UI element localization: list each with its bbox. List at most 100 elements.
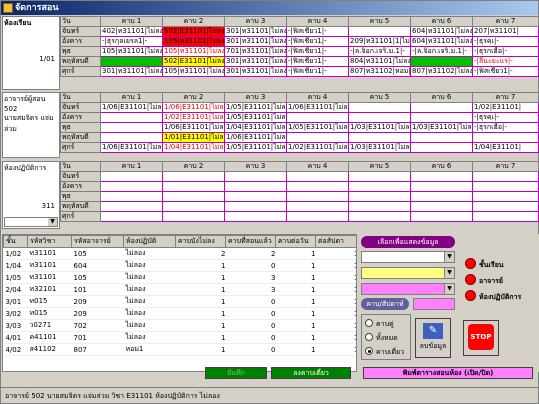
grid-cell[interactable] [100, 132, 163, 143]
grid-cell[interactable] [410, 201, 473, 212]
grid-cell[interactable]: 105|ท31101|ไม่ลง [162, 46, 225, 57]
per-week-input[interactable] [413, 298, 455, 310]
grid-cell[interactable] [410, 102, 473, 113]
room-dropdown[interactable]: ▼ [4, 217, 58, 227]
grid-cell[interactable] [286, 211, 349, 222]
table-row[interactable]: 4/01ค41101701ไม่ลอง1011 [3, 331, 356, 344]
grid-cell[interactable]: 1/02|E31101| [472, 102, 539, 113]
table-row[interactable]: 1/04ท31101604ไม่ลอง1011 [3, 259, 356, 272]
grid-cell[interactable] [472, 211, 539, 222]
grid-cell[interactable]: 604|ท31101|ไม่ลง [410, 26, 473, 37]
grid-cell[interactable] [410, 181, 473, 192]
grid-cell[interactable] [410, 56, 473, 67]
table-row[interactable]: 3/03ว0271702ไม่ลอง1011 [3, 319, 356, 332]
grid-cell[interactable] [348, 191, 411, 202]
chevron-down-icon[interactable]: ▼ [444, 268, 454, 278]
single-period-button[interactable]: ลงคาบเดี่ยว [271, 367, 351, 379]
list-column-header[interactable]: คาบที่สอนแล้ว [225, 235, 276, 248]
grid-cell[interactable] [162, 201, 225, 212]
grid-cell[interactable]: 301|ท31101|ไม่ลง [100, 66, 163, 77]
grid-cell[interactable] [410, 142, 473, 153]
grid-cell[interactable] [100, 122, 163, 133]
grid-cell[interactable]: 604|ท31101|ไม่ลง [410, 36, 473, 47]
grid-cell[interactable] [162, 211, 225, 222]
grid-cell[interactable]: 1/06|E31101|ไม่ลง [100, 102, 163, 113]
class-value[interactable]: 1/01 [39, 55, 55, 63]
grid-cell[interactable]: 301|ท31101|ไม่ลง [224, 36, 287, 47]
grid-cell[interactable] [348, 171, 411, 182]
grid-cell[interactable]: 701|ท31101|ไม่ลง [224, 46, 287, 57]
filter-combo-1[interactable]: ▼ [361, 251, 455, 263]
grid-cell[interactable]: 502|E31101|ไม่ลง [162, 56, 225, 67]
grid-cell[interactable]: 1/05|E31101|ไม่ลง [224, 142, 287, 153]
teacher-code[interactable]: 502 [4, 105, 58, 113]
table-row[interactable]: 3/02ท015209ไม่ลอง1011 [3, 307, 356, 320]
grid-cell[interactable]: -|ฟิสเชียว1|- [286, 36, 349, 47]
list-column-header[interactable]: ห้องปฏิบัติ [123, 235, 176, 248]
grid-cell[interactable] [224, 191, 287, 202]
radio-double[interactable] [365, 319, 373, 327]
course-list[interactable]: ชั้น รหัสวิชา รหัสอาจารย์ ห้องปฏิบัติ คาบบัง… [2, 234, 357, 372]
grid-cell[interactable]: 1/06|E31101|ไม่ลง [286, 102, 349, 113]
radio-class[interactable] [465, 258, 476, 269]
grid-cell[interactable] [472, 171, 539, 182]
grid-cell[interactable]: 807|ท31102|ไม่ลง [410, 66, 473, 77]
grid-cell[interactable] [224, 181, 287, 192]
table-row[interactable]: 3/01ท015209ไม่ลอง1011 [3, 295, 356, 308]
grid-cell[interactable] [286, 191, 349, 202]
grid-cell[interactable]: 1/02|E31101|ไม่ลง [162, 112, 225, 123]
grid-cell[interactable] [162, 171, 225, 182]
chevron-down-icon[interactable]: ▼ [444, 252, 454, 262]
grid-cell[interactable]: -|ฟิสเชียว1|- [286, 66, 349, 77]
list-column-header[interactable]: ชั้น [3, 235, 28, 248]
grid-cell[interactable] [348, 26, 411, 37]
print-schedule-button[interactable]: พิมพ์ตารางสอนห้อง (เปิด/ปิด) [363, 367, 533, 379]
grid-cell[interactable] [410, 211, 473, 222]
chevron-down-icon[interactable]: ▼ [48, 218, 57, 226]
grid-cell[interactable] [410, 132, 473, 143]
grid-cell[interactable]: -|ธุรคฺเ|- [472, 36, 539, 47]
grid-cell[interactable]: 301|ท31101|ไม่ลง [224, 26, 287, 37]
grid-cell[interactable]: 301|ท31101|ไม่ลง [224, 66, 287, 77]
grid-cell[interactable]: 1/06|E31101|ไม่ลง [162, 122, 225, 133]
grid-cell[interactable] [100, 181, 163, 192]
grid-cell[interactable]: 1/01|E31101|ไม่ลง [162, 132, 225, 143]
grid-cell[interactable] [224, 171, 287, 182]
grid-cell[interactable] [348, 112, 411, 123]
grid-cell[interactable]: 301|ท31101|ไม่ลง [224, 56, 287, 67]
grid-cell[interactable]: 1/02|E31101|ไม่ลง [286, 142, 349, 153]
grid-cell[interactable] [100, 171, 163, 182]
table-row[interactable]: 1/05ท31101105ไม่ลอง1311 [3, 271, 356, 284]
grid-cell[interactable]: -|ฟิสเชียว1|- [472, 66, 539, 77]
filter-combo-3[interactable]: ▼ [361, 283, 455, 295]
grid-cell[interactable]: -|ล.จิอก.เจริ.ม.1|- [348, 46, 411, 57]
grid-cell[interactable] [286, 112, 349, 123]
grid-cell[interactable]: 105|ท31101|ไม่ลง [162, 36, 225, 47]
grid-cell[interactable]: -|ฟิสเชียว1|- [286, 26, 349, 37]
table-row[interactable]: 2/04ท32101101ไม่ลอง1311 [3, 283, 356, 296]
grid-cell[interactable] [472, 191, 539, 202]
room-value[interactable]: 311 [42, 202, 55, 210]
grid-cell[interactable]: 207|ท31101| [472, 26, 539, 37]
grid-cell[interactable] [162, 191, 225, 202]
grid-cell[interactable] [100, 191, 163, 202]
grid-cell[interactable]: 1/05|E31101|ไม่ลง [224, 112, 287, 123]
grid-cell[interactable]: 1/05|E31101|ไม่ลง [224, 102, 287, 113]
table-row[interactable]: 4/02ส41102807หอม11011 [3, 343, 356, 356]
grid-cell[interactable] [286, 201, 349, 212]
grid-cell[interactable] [286, 171, 349, 182]
grid-cell[interactable]: -|ธุรกุลเยรล1|- [100, 36, 163, 47]
list-column-header[interactable]: รหัสวิชา [27, 235, 72, 248]
radio-single[interactable] [365, 347, 373, 355]
grid-cell[interactable] [100, 211, 163, 222]
grid-cell[interactable] [472, 201, 539, 212]
grid-cell[interactable] [472, 181, 539, 192]
radio-room[interactable] [465, 290, 476, 301]
radio-all[interactable] [365, 333, 373, 341]
grid-cell[interactable] [100, 201, 163, 212]
grid-cell[interactable] [348, 132, 411, 143]
grid-cell[interactable]: 1/06|E31101|ไม่ลง [100, 142, 163, 153]
chevron-down-icon[interactable]: ▼ [444, 284, 454, 294]
grid-cell[interactable]: 502|E31101|ไม่ลง [162, 26, 225, 37]
list-column-header[interactable]: คาบบังไม่ลง [175, 235, 226, 248]
